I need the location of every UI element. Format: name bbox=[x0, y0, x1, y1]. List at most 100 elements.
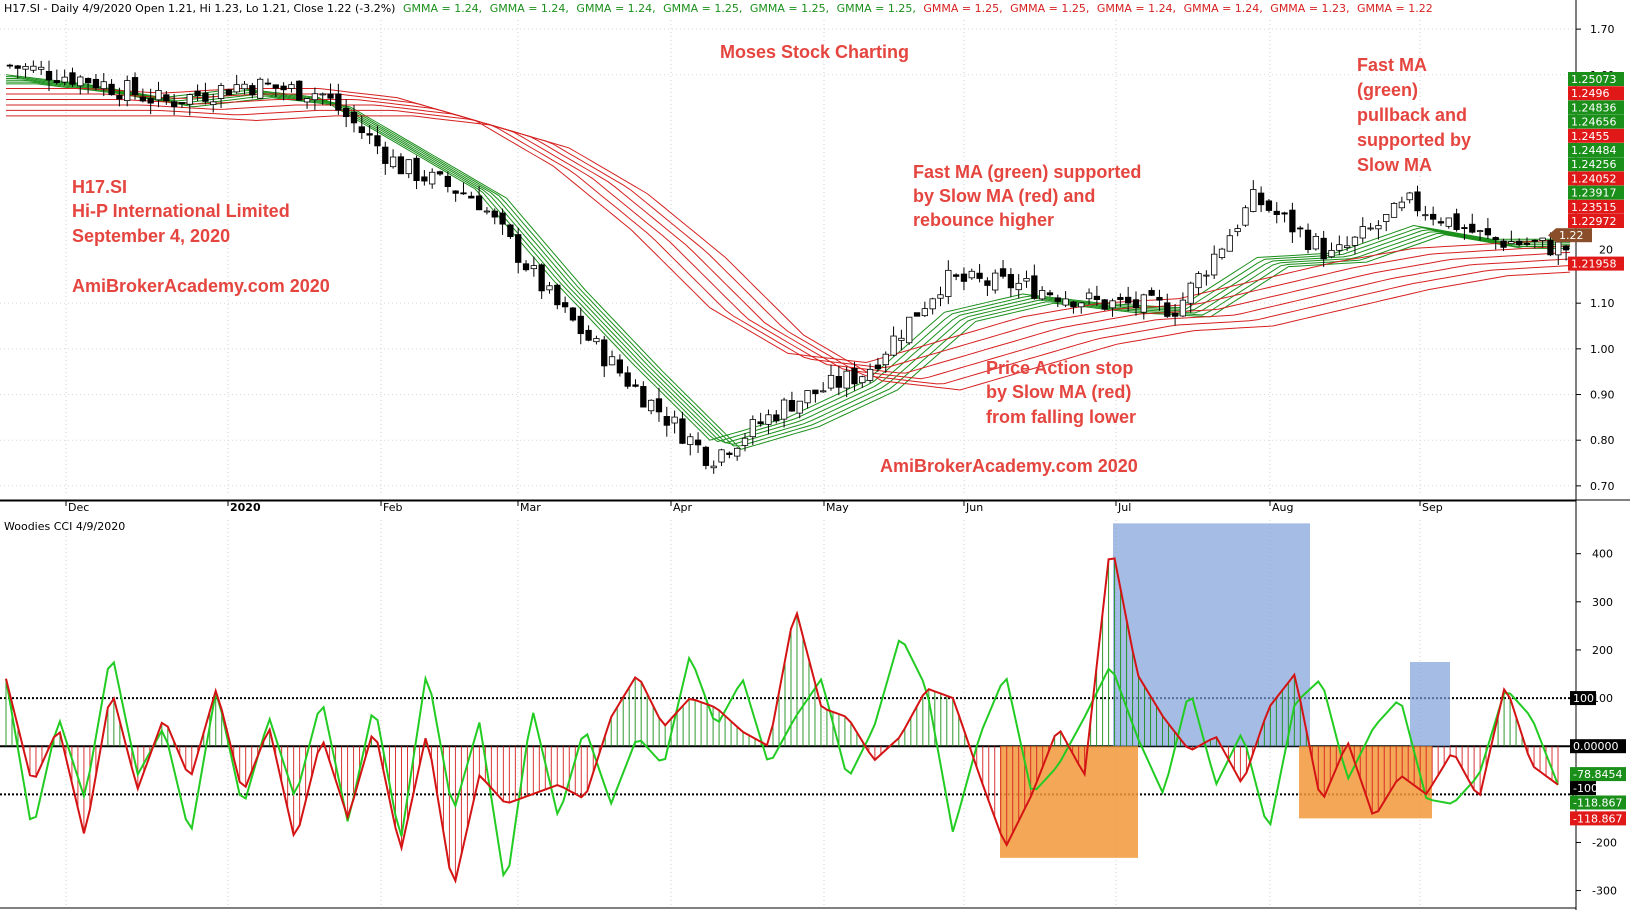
cci-tick-label: 200 bbox=[1592, 644, 1613, 657]
price-badge-text: 1.21958 bbox=[1571, 258, 1617, 271]
candle-body bbox=[155, 89, 162, 101]
candle-body bbox=[1140, 294, 1147, 313]
candle-body bbox=[1390, 203, 1398, 218]
candle-body bbox=[1250, 189, 1257, 212]
month-label: Jun bbox=[965, 501, 983, 514]
chart-header: H17.SI - Daily 4/9/2020 Open 1.21, Hi 1.… bbox=[4, 2, 1433, 15]
candle-body bbox=[1187, 282, 1194, 304]
cci-badge-text: 100 bbox=[1573, 692, 1594, 705]
candle-body bbox=[77, 76, 84, 87]
candle-body bbox=[1257, 192, 1265, 206]
cci-badge-text: -78.8454 bbox=[1573, 768, 1622, 781]
pullback-note-line: Fast MA bbox=[1357, 55, 1427, 75]
candle-body bbox=[280, 85, 287, 91]
candle-body bbox=[1320, 237, 1327, 260]
candle-body bbox=[1062, 298, 1069, 306]
cci-tick-label: 400 bbox=[1592, 548, 1613, 561]
candle-body bbox=[984, 280, 991, 286]
candle-body bbox=[780, 399, 788, 420]
candle-body bbox=[921, 308, 928, 317]
candle-body bbox=[1109, 300, 1116, 309]
candle-body bbox=[1148, 290, 1155, 296]
cci-badge-text: -118.867 bbox=[1573, 796, 1622, 809]
candle-body bbox=[397, 156, 405, 175]
left-info-line: H17.SI bbox=[72, 177, 127, 197]
candle-body bbox=[1007, 274, 1015, 289]
candle-body bbox=[186, 94, 193, 105]
pullback-note-line: supported by bbox=[1357, 130, 1471, 150]
cci-badge-text: -100 bbox=[1573, 782, 1598, 795]
cci-tick-label: -300 bbox=[1592, 885, 1617, 898]
price-badge-text: 20 bbox=[1599, 243, 1613, 256]
candle-body bbox=[976, 272, 983, 279]
candle-body bbox=[1078, 302, 1085, 308]
candle-body bbox=[1054, 297, 1061, 302]
candle-body bbox=[1555, 241, 1562, 256]
candle-body bbox=[311, 93, 319, 101]
candle-body bbox=[124, 80, 131, 101]
candle-body bbox=[710, 465, 717, 469]
candle-body bbox=[1343, 245, 1351, 248]
candle-body bbox=[241, 83, 248, 90]
candle-body bbox=[1351, 236, 1359, 246]
candle-body bbox=[561, 302, 569, 308]
price-badge-text: 1.2496 bbox=[1571, 87, 1610, 100]
price-badge-text: 1.2455 bbox=[1571, 130, 1610, 143]
candle-body bbox=[530, 265, 537, 270]
candle-body bbox=[1516, 240, 1523, 246]
candle-body bbox=[1367, 227, 1374, 230]
candle-body bbox=[233, 84, 240, 93]
candle-body bbox=[515, 234, 522, 263]
bullish-zone-box bbox=[1113, 523, 1310, 747]
candle-body bbox=[1469, 223, 1476, 233]
candle-body bbox=[217, 85, 225, 99]
candle-body bbox=[1398, 201, 1406, 209]
cci-badge-text: 0.00000 bbox=[1573, 740, 1619, 753]
cci-badge-text: -118.867 bbox=[1573, 812, 1622, 825]
candle-body bbox=[1023, 278, 1030, 282]
candle-body bbox=[139, 96, 146, 102]
candle-body bbox=[913, 312, 921, 317]
gmma-value: GMMA = 1.23, bbox=[1270, 2, 1349, 15]
candle-body bbox=[1297, 227, 1304, 230]
candle-body bbox=[741, 437, 749, 446]
candle-body bbox=[350, 111, 358, 124]
candle-body bbox=[1070, 301, 1077, 308]
candle-body bbox=[1523, 242, 1531, 245]
gmma-value: GMMA = 1.25, bbox=[663, 2, 742, 15]
candle-body bbox=[632, 384, 639, 387]
candle-body bbox=[804, 390, 811, 404]
candle-body bbox=[843, 370, 850, 389]
gmma-value: GMMA = 1.24, bbox=[490, 2, 569, 15]
candle-body bbox=[45, 70, 53, 81]
candle-body bbox=[640, 386, 647, 408]
candle-body bbox=[522, 263, 530, 271]
candle-body bbox=[694, 439, 702, 446]
candle-body bbox=[507, 224, 514, 238]
candle-body bbox=[1359, 226, 1366, 239]
candle-body bbox=[288, 84, 295, 89]
candle-body bbox=[882, 353, 889, 366]
candle-body bbox=[1476, 230, 1484, 232]
candle-body bbox=[1164, 302, 1171, 317]
candle-body bbox=[655, 398, 663, 413]
left-info-line: September 4, 2020 bbox=[72, 226, 230, 246]
candle-body bbox=[773, 414, 780, 422]
candle-body bbox=[61, 76, 68, 83]
candle-body bbox=[1445, 217, 1452, 227]
candle-body bbox=[475, 195, 483, 211]
gmma-value: GMMA = 1.25, bbox=[923, 2, 1002, 15]
gmma-value: GMMA = 1.24, bbox=[403, 2, 482, 15]
candle-body bbox=[554, 284, 561, 306]
cci-tick-label: -200 bbox=[1592, 836, 1617, 849]
candle-body bbox=[296, 80, 303, 101]
candle-body bbox=[358, 126, 365, 134]
candle-body bbox=[460, 192, 467, 195]
candle-body bbox=[436, 171, 444, 175]
price-badge-text: 1.24836 bbox=[1571, 101, 1617, 114]
candle-body bbox=[1125, 296, 1132, 304]
candle-body bbox=[30, 65, 37, 71]
candle-body bbox=[952, 274, 960, 277]
candle-body bbox=[1430, 213, 1437, 220]
candle-body bbox=[163, 94, 170, 102]
